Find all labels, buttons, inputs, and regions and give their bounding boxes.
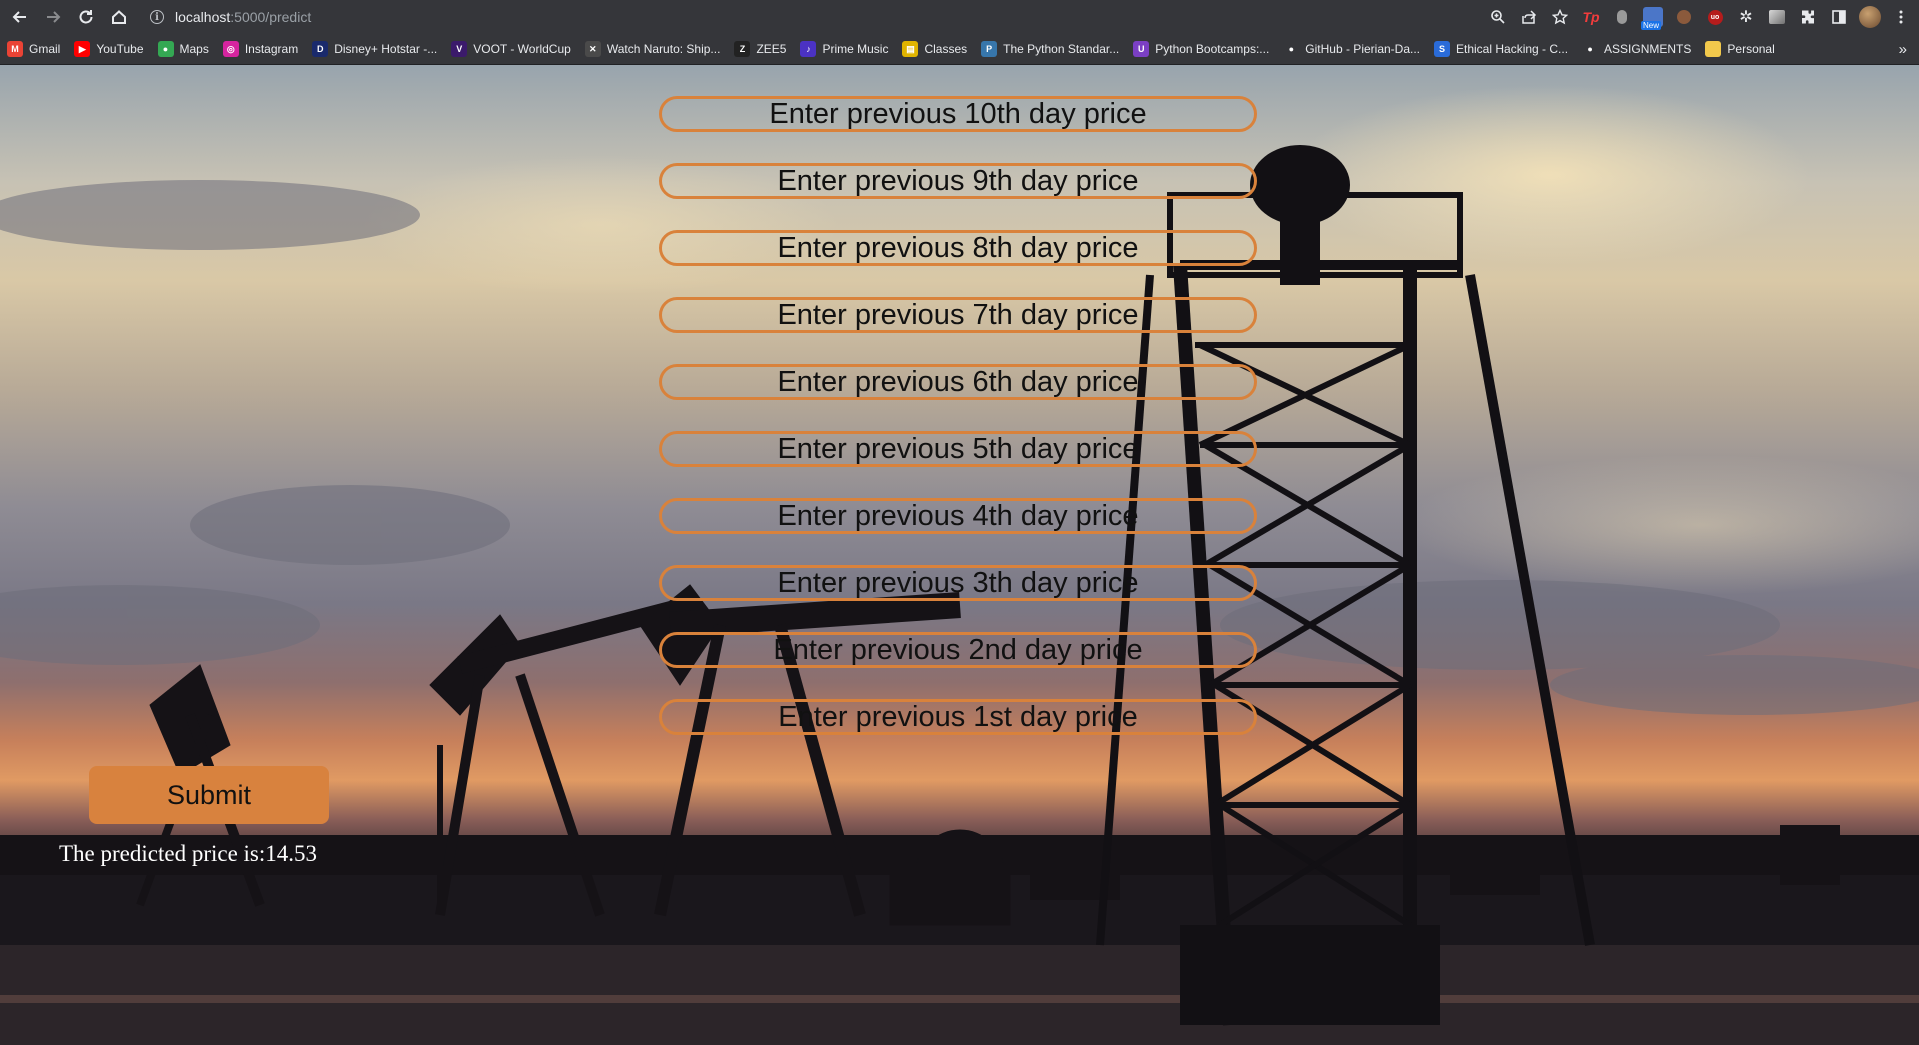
page-content: Submit The predicted price is:14.53 xyxy=(0,65,1919,1045)
price-input-1[interactable] xyxy=(659,96,1257,132)
price-input-10[interactable] xyxy=(659,699,1257,735)
price-input-6[interactable] xyxy=(659,431,1257,467)
home-icon xyxy=(112,10,126,24)
reload-icon xyxy=(79,10,93,24)
bookmarks-bar: M Gmail ▶ YouTube ● Maps ◎ Instagram D Disney+ Ho… xyxy=(0,34,1919,65)
reload-button[interactable] xyxy=(73,4,99,30)
bookmark-item[interactable]: Z ZEE5 xyxy=(727,36,793,62)
address-bar[interactable]: i localhost:5000/predict xyxy=(140,4,1480,30)
bookmark-item[interactable]: ◎ Instagram xyxy=(216,36,305,62)
extension-new-icon[interactable]: New xyxy=(1639,3,1667,31)
browser-toolbar: i localhost:5000/predict Tp New uo ✲ xyxy=(0,0,1919,34)
price-input-4[interactable] xyxy=(659,297,1257,333)
bookmark-item[interactable]: ▤ Classes xyxy=(895,36,974,62)
kebab-menu-icon[interactable] xyxy=(1887,3,1915,31)
oil-field-background-image xyxy=(0,65,1919,1045)
gmail-icon: M xyxy=(7,41,23,57)
price-input-8[interactable] xyxy=(659,565,1257,601)
extensions-puzzle-icon[interactable] xyxy=(1794,3,1822,31)
bookmark-item[interactable]: ▶ YouTube xyxy=(67,36,150,62)
bookmark-label: ASSIGNMENTS xyxy=(1604,42,1692,56)
extension-gray-icon[interactable] xyxy=(1608,3,1636,31)
share-icon[interactable] xyxy=(1515,3,1543,31)
python-icon: P xyxy=(981,41,998,57)
url-text: localhost:5000/predict xyxy=(175,9,312,25)
back-arrow-icon xyxy=(12,11,26,23)
profile-avatar[interactable] xyxy=(1856,3,1884,31)
extension-coin-icon[interactable] xyxy=(1670,3,1698,31)
side-panel-icon[interactable] xyxy=(1825,3,1853,31)
bookmark-label: Instagram xyxy=(244,42,299,56)
bookmark-item[interactable]: V VOOT - WorldCup xyxy=(444,36,578,62)
toolbar-actions: Tp New uo ✲ xyxy=(1484,0,1915,34)
zoom-icon[interactable] xyxy=(1484,3,1512,31)
prime-music-icon: ♪ xyxy=(800,41,817,57)
github-icon: ● xyxy=(1283,41,1300,57)
back-button[interactable] xyxy=(7,4,33,30)
extension-ublock-icon[interactable]: uo xyxy=(1701,3,1729,31)
ethical-hacking-icon: S xyxy=(1434,41,1450,57)
bookmark-item[interactable]: M Gmail xyxy=(0,36,67,62)
bookmark-item[interactable]: P The Python Standar... xyxy=(974,36,1126,62)
forward-arrow-icon xyxy=(47,11,61,23)
github-icon: ● xyxy=(1582,41,1599,57)
bookmark-label: Personal xyxy=(1727,42,1775,56)
instagram-icon: ◎ xyxy=(222,41,239,57)
extension-tp-icon[interactable]: Tp xyxy=(1577,3,1605,31)
bookmark-label: Ethical Hacking - C... xyxy=(1456,42,1569,56)
bootcamp-icon: U xyxy=(1133,41,1150,57)
price-input-7[interactable] xyxy=(659,498,1257,534)
bookmark-item[interactable]: ● Maps xyxy=(151,36,216,62)
bookmark-star-icon[interactable] xyxy=(1546,3,1574,31)
zee5-icon: Z xyxy=(734,41,751,57)
site-info-icon[interactable]: i xyxy=(150,10,164,24)
bookmark-label: ZEE5 xyxy=(756,42,787,56)
price-input-5[interactable] xyxy=(659,364,1257,400)
extension-gear-icon[interactable]: ✲ xyxy=(1732,3,1760,31)
bookmark-label: Python Bootcamps:... xyxy=(1155,42,1270,56)
forward-button[interactable] xyxy=(40,4,66,30)
price-input-9[interactable] xyxy=(659,632,1257,668)
bookmark-item[interactable]: S Ethical Hacking - C... xyxy=(1427,36,1575,62)
bookmark-label: Gmail xyxy=(29,42,61,56)
bookmark-item[interactable]: ● GitHub - Pierian-Da... xyxy=(1276,36,1427,62)
home-button[interactable] xyxy=(106,4,132,30)
bookmark-label: Watch Naruto: Ship... xyxy=(606,42,721,56)
bookmark-item[interactable]: U Python Bootcamps:... xyxy=(1126,36,1276,62)
youtube-icon: ▶ xyxy=(74,41,91,57)
bookmark-label: Maps xyxy=(179,42,209,56)
classes-icon: ▤ xyxy=(902,41,919,57)
hotstar-icon: D xyxy=(312,41,329,57)
submit-button[interactable]: Submit xyxy=(89,766,329,824)
bookmark-item[interactable]: ✕ Watch Naruto: Ship... xyxy=(578,36,728,62)
bookmark-label: Prime Music xyxy=(822,42,889,56)
voot-icon: V xyxy=(451,41,468,57)
maps-icon: ● xyxy=(157,41,174,57)
bookmarks-overflow-icon[interactable]: » xyxy=(1899,34,1907,64)
naruto-icon: ✕ xyxy=(584,41,601,57)
folder-icon xyxy=(1705,41,1722,57)
price-input-2[interactable] xyxy=(659,163,1257,199)
bookmark-item[interactable]: D Disney+ Hotstar -... xyxy=(305,36,444,62)
bookmark-label: YouTube xyxy=(96,42,144,56)
bookmark-label: VOOT - WorldCup xyxy=(473,42,571,56)
price-input-3[interactable] xyxy=(659,230,1257,266)
bookmark-label: Classes xyxy=(924,42,968,56)
bookmark-label: GitHub - Pierian-Da... xyxy=(1305,42,1420,56)
bookmark-label: The Python Standar... xyxy=(1003,42,1120,56)
bookmark-item[interactable]: Personal xyxy=(1698,36,1781,62)
bookmark-item[interactable]: ♪ Prime Music xyxy=(793,36,895,62)
bookmark-label: Disney+ Hotstar -... xyxy=(334,42,438,56)
prediction-result-text: The predicted price is:14.53 xyxy=(59,841,318,866)
extension-image-icon[interactable] xyxy=(1763,3,1791,31)
bookmark-item[interactable]: ● ASSIGNMENTS xyxy=(1575,36,1698,62)
